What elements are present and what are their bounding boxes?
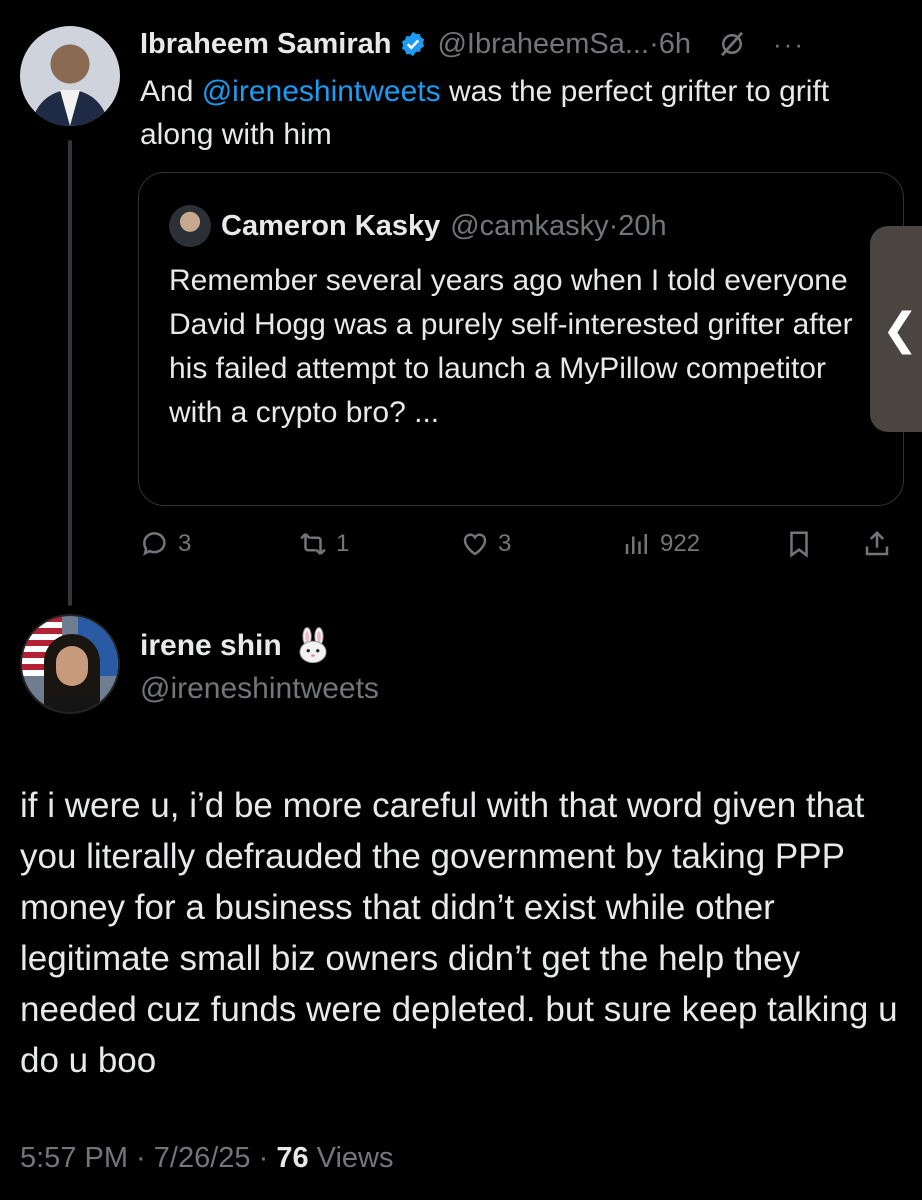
- avatar-face: [56, 646, 88, 686]
- reply-meta: 5:57 PM · 7/26/25 · 76 Views: [20, 1142, 393, 1175]
- reply-author-handle[interactable]: @ireneshintweets: [140, 672, 379, 706]
- heart-icon: [463, 533, 487, 556]
- repost-button[interactable]: 1: [298, 524, 349, 564]
- mention-link[interactable]: @ireneshintweets: [202, 75, 441, 108]
- quoted-tweet[interactable]: Cameron Kasky @camkasky · 20h Remember s…: [138, 172, 904, 506]
- reply-author: irene shin: [140, 626, 332, 666]
- grok-icon[interactable]: [717, 29, 747, 59]
- timestamp[interactable]: 6h: [659, 28, 691, 61]
- quote-header: Cameron Kasky @camkasky · 20h: [221, 205, 667, 247]
- author-name[interactable]: Ibraheem Samirah: [140, 28, 391, 61]
- reply-avatar[interactable]: [20, 614, 120, 714]
- verified-badge-icon: [402, 31, 425, 57]
- side-panel-handle[interactable]: ❮: [870, 226, 922, 432]
- views-button[interactable]: 922: [622, 524, 700, 564]
- dot-separator: ·: [649, 27, 659, 60]
- quote-text: Remember several years ago when I told e…: [169, 264, 853, 429]
- bookmark-icon: [790, 531, 808, 558]
- quote-author-name: Cameron Kasky: [221, 209, 441, 242]
- repost-count: 1: [336, 530, 350, 557]
- bookmark-button[interactable]: [784, 524, 822, 564]
- analytics-icon: [625, 534, 647, 554]
- reply-text: if i were u, i’d be more careful with th…: [20, 786, 898, 1080]
- more-options-icon[interactable]: ···: [773, 29, 805, 60]
- quote-avatar: [169, 205, 211, 247]
- tweet-actions-bar: 3 1 3 922: [140, 524, 904, 564]
- like-button[interactable]: 3: [460, 524, 511, 564]
- reply-button[interactable]: 3: [140, 524, 191, 564]
- reply-time[interactable]: 5:57 PM: [20, 1142, 128, 1174]
- thread-connector-line: [68, 140, 72, 606]
- author-handle[interactable]: @IbraheemSa...: [437, 28, 649, 61]
- meta-dot-2: ·: [250, 1142, 277, 1174]
- meta-dot: ·: [128, 1142, 154, 1174]
- share-button[interactable]: [862, 524, 900, 564]
- reply-count: 3: [178, 530, 192, 557]
- repost-icon: [300, 533, 326, 555]
- tweet-text-prefix: And: [140, 75, 202, 108]
- bunny-emoji-icon: [299, 627, 327, 664]
- like-count: 3: [498, 530, 512, 557]
- quote-timestamp: 20h: [618, 209, 667, 242]
- quote-dot-separator: ·: [608, 209, 619, 242]
- quote-author-handle: @camkasky: [450, 209, 609, 242]
- reply-date[interactable]: 7/26/25: [154, 1142, 251, 1174]
- avatar[interactable]: [20, 26, 120, 126]
- share-icon: [865, 530, 889, 556]
- reply-views-count: 76: [276, 1142, 309, 1174]
- reply-views-label: Views: [308, 1142, 394, 1174]
- reply-author-name[interactable]: irene shin: [140, 629, 282, 663]
- reply-icon: [143, 532, 166, 556]
- views-count: 922: [660, 530, 701, 557]
- tweet-header: Ibraheem Samirah @IbraheemSa... · 6h ···: [140, 24, 805, 64]
- chevron-left-icon: ❮: [881, 304, 919, 354]
- tweet-text: And @ireneshintweets was the perfect gri…: [140, 70, 900, 156]
